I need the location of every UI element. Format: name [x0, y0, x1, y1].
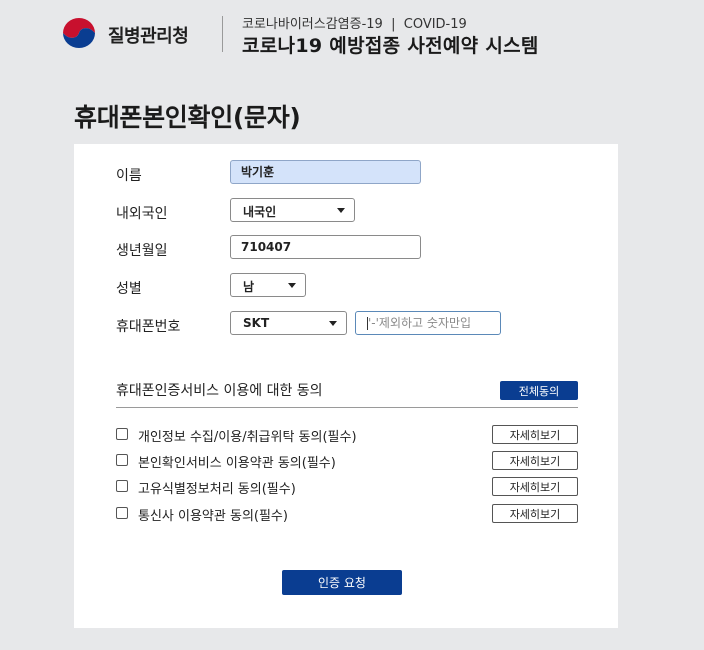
chevron-down-icon — [337, 208, 345, 213]
consent-label: 개인정보 수집/이용/취급위탁 동의(필수) — [138, 430, 357, 445]
name-label: 이름 — [116, 168, 142, 184]
gender-label: 성별 — [116, 281, 142, 297]
divider — [116, 407, 578, 408]
view-details-button[interactable]: 자세히보기 — [492, 477, 578, 496]
agency-name: 질병관리청 — [108, 26, 189, 47]
site-header: 질병관리청 코로나바이러스감염증-19 | COVID-19 코로나19 예방접… — [0, 0, 704, 70]
view-details-button[interactable]: 자세히보기 — [492, 451, 578, 470]
consent-item: 통신사 이용약관 동의(필수) 자세히보기 — [116, 504, 578, 524]
text-cursor — [367, 317, 368, 330]
gender-select[interactable]: 남 — [230, 273, 306, 297]
view-details-button[interactable]: 자세히보기 — [492, 425, 578, 444]
consent-checkbox[interactable] — [116, 480, 128, 492]
kdca-logo-icon — [63, 18, 95, 48]
phone-label: 휴대폰번호 — [116, 319, 181, 335]
nationality-select[interactable]: 내국인 — [230, 198, 355, 222]
consent-checkbox[interactable] — [116, 507, 128, 519]
header-divider — [222, 16, 223, 52]
consent-item: 고유식별정보처리 동의(필수) 자세히보기 — [116, 477, 578, 497]
page-title: 휴대폰본인확인(문자) — [74, 103, 301, 132]
consent-label: 본인확인서비스 이용약관 동의(필수) — [138, 456, 336, 471]
birth-date-label: 생년월일 — [116, 243, 168, 259]
view-details-button[interactable]: 자세히보기 — [492, 504, 578, 523]
consent-checkbox[interactable] — [116, 454, 128, 466]
carrier-value: SKT — [243, 316, 270, 330]
nationality-value: 내국인 — [243, 205, 277, 219]
consent-label: 통신사 이용약관 동의(필수) — [138, 509, 288, 524]
system-title: 코로나19 예방접종 사전예약 시스템 — [242, 35, 539, 57]
header-subtitle: 코로나바이러스감염증-19 | COVID-19 — [242, 17, 467, 32]
birth-date-input[interactable]: 710407 — [230, 235, 421, 259]
consent-heading: 휴대폰인증서비스 이용에 대한 동의 — [116, 383, 323, 399]
phone-number-input[interactable]: '-'제외하고 숫자만입 — [355, 311, 501, 335]
gender-value: 남 — [243, 280, 255, 294]
chevron-down-icon — [329, 321, 337, 326]
verification-form: 이름 박기훈 내외국인 내국인 생년월일 710407 성별 남 휴대폰번호 S… — [74, 144, 618, 628]
carrier-select[interactable]: SKT — [230, 311, 347, 335]
phone-placeholder: '-'제외하고 숫자만입 — [368, 316, 472, 330]
nationality-label: 내외국인 — [116, 206, 168, 222]
chevron-down-icon — [288, 283, 296, 288]
consent-item: 본인확인서비스 이용약관 동의(필수) 자세히보기 — [116, 451, 578, 471]
name-input[interactable]: 박기훈 — [230, 160, 421, 184]
agree-all-button[interactable]: 전체동의 — [500, 381, 578, 400]
request-verification-button[interactable]: 인증 요청 — [282, 570, 402, 595]
consent-label: 고유식별정보처리 동의(필수) — [138, 482, 296, 497]
consent-checkbox[interactable] — [116, 428, 128, 440]
consent-item: 개인정보 수집/이용/취급위탁 동의(필수) 자세히보기 — [116, 425, 578, 445]
